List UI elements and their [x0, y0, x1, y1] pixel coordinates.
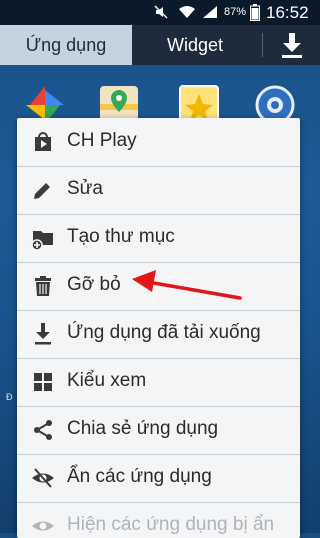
eye-hide-icon [32, 468, 54, 488]
eye-icon [32, 521, 54, 531]
wifi-icon [179, 6, 195, 18]
menu-item-label: Sửa [67, 178, 103, 199]
edge-app-label: Đ [6, 392, 13, 402]
menu-item-view-type[interactable]: Kiểu xem [17, 358, 300, 407]
share-icon [34, 420, 52, 440]
menu-item-label: CH Play [67, 130, 137, 151]
app-drawer-tab-bar: Ứng dụng Widget [0, 25, 320, 65]
menu-item-label: Ứng dụng đã tải xuống [67, 322, 261, 343]
download-icon [35, 323, 51, 345]
clock: 16:52 [266, 3, 309, 22]
tab-widget[interactable]: Widget [133, 25, 257, 65]
trash-icon [35, 276, 51, 296]
annotation-arrow-icon [132, 270, 242, 300]
menu-item-downloaded-apps[interactable]: Ứng dụng đã tải xuống [17, 310, 300, 359]
menu-item-edit[interactable]: Sửa [17, 166, 300, 215]
status-bar: 87% 16:52 [0, 0, 320, 25]
battery-percent: 87% [224, 6, 247, 18]
grid-icon [34, 373, 52, 391]
battery-icon [250, 4, 260, 21]
signal-icon [203, 6, 217, 18]
tab-divider [262, 33, 263, 57]
menu-item-share-apps[interactable]: Chia sẻ ứng dụng [17, 406, 300, 455]
app-drawer-menu: CH Play Sửa Tạo thư mục Gỡ bỏ Ứng dụng đ… [17, 118, 300, 538]
download-icon [282, 33, 302, 58]
menu-item-label: Chia sẻ ứng dụng [67, 418, 219, 439]
pencil-icon [34, 183, 50, 199]
menu-item-create-folder[interactable]: Tạo thư mục [17, 214, 300, 263]
folder-add-icon [31, 231, 53, 250]
download-button[interactable] [264, 25, 320, 65]
mute-icon [154, 5, 168, 19]
menu-item-ch-play[interactable]: CH Play [17, 118, 300, 167]
menu-item-label: Ẩn các ứng dụng [67, 466, 212, 487]
menu-item-hide-apps[interactable]: Ẩn các ứng dụng [17, 454, 300, 503]
tab-apps[interactable]: Ứng dụng [0, 25, 132, 65]
play-store-icon [35, 132, 51, 151]
menu-item-label: Tạo thư mục [67, 226, 175, 247]
menu-item-label: Gỡ bỏ [67, 274, 121, 295]
menu-item-label: Kiểu xem [67, 370, 147, 391]
